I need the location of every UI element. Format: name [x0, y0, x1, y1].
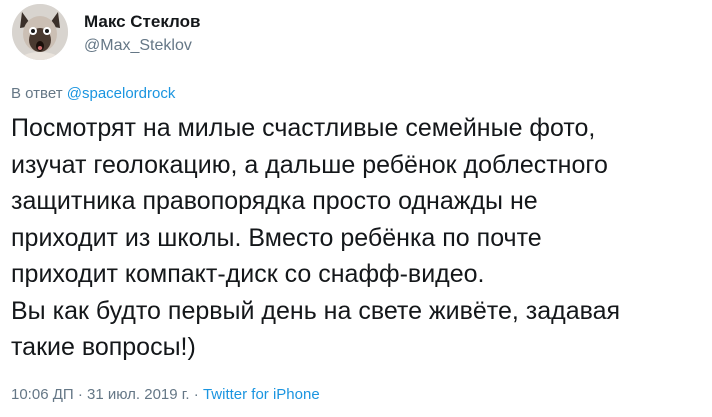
tweet-text-line: Вы как будто первый день на свете живёте…: [11, 296, 621, 325]
cat-avatar-image: [12, 4, 68, 60]
tweet-time[interactable]: 10:06 ДП: [11, 386, 74, 403]
author-handle[interactable]: @Max_Steklov: [84, 36, 200, 56]
reply-target-link[interactable]: @spacelordrock: [67, 85, 176, 102]
tweet-text-line: такие вопросы!): [11, 333, 196, 361]
tweet-date[interactable]: 31 июл. 2019 г.: [87, 386, 190, 403]
reply-context: В ответ @spacelordrock: [11, 85, 175, 103]
tweet-text: Посмотрят на милые счастливые семейные ф…: [11, 110, 706, 366]
tweet-text-line: изучат геолокацию, а дальше ребёнок добл…: [11, 150, 608, 179]
tweet-metadata: 10:06 ДП · 31 июл. 2019 г. · Twitter for…: [11, 385, 320, 405]
reply-prefix: В ответ: [11, 85, 63, 102]
avatar[interactable]: [12, 4, 68, 60]
meta-separator: ·: [193, 386, 199, 403]
meta-separator: ·: [77, 386, 83, 403]
tweet-text-line: приходит из школы. Вместо ребёнка по поч…: [11, 223, 542, 252]
author-name[interactable]: Макс Стеклов: [84, 12, 200, 32]
tweet-text-line: приходит компакт-диск со снафф-видео.: [11, 260, 485, 288]
tweet-card: Макс Стеклов @Max_Steklov В ответ @space…: [0, 0, 712, 417]
tweet-source-link[interactable]: Twitter for iPhone: [203, 386, 320, 403]
tweet-text-line: защитника правопорядка просто однажды не: [11, 187, 538, 215]
tweet-text-line: Посмотрят на милые счастливые семейные ф…: [11, 114, 596, 142]
author-block: Макс Стеклов @Max_Steklov: [84, 12, 200, 56]
